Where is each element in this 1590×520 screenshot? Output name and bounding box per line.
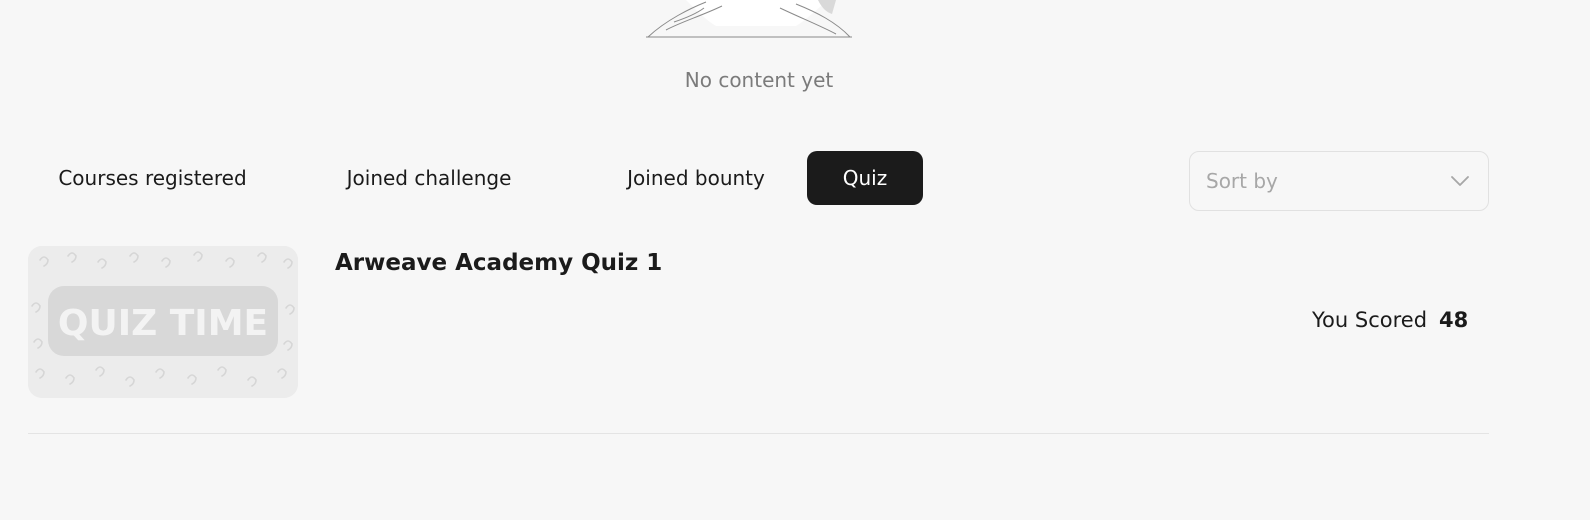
tab-courses-registered[interactable]: Courses registered [28,151,277,205]
row-divider [28,433,1489,434]
empty-state-illustration [646,0,852,38]
profile-tabs: Courses registered Joined challenge Join… [28,151,923,205]
quiz-thumbnail-text: QUIZ TIME [58,303,268,344]
empty-state-message: No content yet [684,68,834,92]
score-value: 48 [1439,308,1469,332]
sort-by-select[interactable]: Sort by [1189,151,1489,211]
empty-state-art-icon [646,0,852,38]
tab-joined-bounty[interactable]: Joined bounty [581,151,811,205]
sort-by-placeholder: Sort by [1206,169,1278,193]
page: No content yet Courses registered Joined… [0,0,1590,520]
quiz-score: You Scored 48 [1312,308,1468,332]
chevron-down-icon [1450,171,1470,191]
tab-joined-challenge[interactable]: Joined challenge [277,151,581,205]
quiz-thumbnail[interactable]: QUIZ TIME [28,246,298,398]
quiz-title[interactable]: Arweave Academy Quiz 1 [335,250,662,276]
score-label: You Scored [1312,308,1428,332]
tab-quiz[interactable]: Quiz [807,151,923,205]
quiz-time-image: QUIZ TIME [28,246,298,398]
